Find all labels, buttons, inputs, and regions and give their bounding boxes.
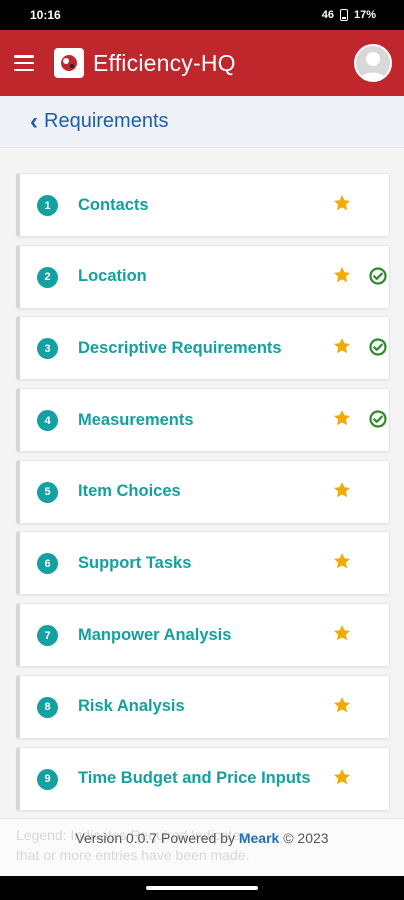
step-number-badge: 8 xyxy=(37,696,58,718)
battery-level: 17% xyxy=(353,9,376,21)
legend-entries: that or more entries have been made. xyxy=(16,847,250,863)
version-label: Version 0.0.7 Powered by xyxy=(75,830,235,846)
page-title: Requirements xyxy=(44,110,169,132)
requirement-row[interactable]: 6 Support Tasks xyxy=(16,531,390,596)
status-indicators: 46 17% xyxy=(322,9,376,21)
user-avatar[interactable] xyxy=(354,44,392,82)
requirement-row[interactable]: 5 Item Choices xyxy=(16,459,390,524)
step-number-badge: 6 xyxy=(37,553,58,575)
requirement-row[interactable]: 1 Contacts xyxy=(16,173,390,237)
requirement-row[interactable]: 2 Location xyxy=(16,244,390,309)
requirement-label: Contacts xyxy=(78,195,149,214)
requirement-row[interactable]: 3 Descriptive Requirements xyxy=(16,316,390,381)
star-icon xyxy=(332,551,352,571)
home-gesture-bar[interactable] xyxy=(146,886,258,890)
app-title: Efficiency-HQ xyxy=(93,49,236,76)
check-circle-icon xyxy=(369,267,387,285)
step-number-badge: 1 xyxy=(37,195,58,216)
requirement-label: Manpower Analysis xyxy=(78,625,232,644)
star-icon xyxy=(332,336,352,356)
star-icon xyxy=(332,265,352,285)
footer: Legend: Indicates Required Indicates tha… xyxy=(0,818,404,876)
requirement-label: Time Budget and Price Inputs xyxy=(78,769,311,787)
requirement-label: Descriptive Requirements xyxy=(78,338,282,357)
requirement-label: Location xyxy=(78,267,147,286)
step-number-badge: 2 xyxy=(37,266,58,288)
menu-icon[interactable] xyxy=(14,55,34,71)
chevron-left-icon: ‹ xyxy=(30,107,38,135)
step-number-badge: 7 xyxy=(37,625,58,647)
check-circle-icon xyxy=(369,338,387,356)
star-icon xyxy=(332,695,352,715)
page-header: ‹ Requirements xyxy=(0,96,404,148)
requirement-row[interactable]: 4 Measurements xyxy=(16,388,390,453)
requirement-row[interactable]: 8 Risk Analysis xyxy=(16,674,390,739)
step-number-badge: 4 xyxy=(37,410,58,432)
requirement-label: Item Choices xyxy=(78,482,181,501)
brand-link[interactable]: Meark xyxy=(239,830,279,846)
star-icon xyxy=(332,408,352,428)
version-text: Version 0.0.7 Powered by Meark © 2023 xyxy=(0,830,404,846)
app-logo xyxy=(54,48,84,78)
requirement-label: Measurements xyxy=(78,410,194,429)
step-number-badge: 3 xyxy=(37,338,58,360)
navigation-bar xyxy=(0,876,404,900)
star-icon xyxy=(332,480,352,500)
battery-icon xyxy=(339,9,348,21)
star-icon xyxy=(332,623,352,643)
requirement-row[interactable]: 9 Time Budget and Price Inputs xyxy=(16,746,390,811)
back-button[interactable]: ‹ Requirements xyxy=(30,107,169,135)
star-icon xyxy=(332,767,352,787)
clock: 10:16 xyxy=(30,8,61,22)
requirements-list: 1 Contacts 2 Location 3 Descriptive Requireme… xyxy=(16,173,390,818)
step-number-badge: 9 xyxy=(37,768,58,790)
status-bar: 10:16 46 17% xyxy=(0,0,404,30)
requirement-label: Support Tasks xyxy=(78,553,192,572)
requirement-label: Risk Analysis xyxy=(78,697,185,716)
person-icon xyxy=(360,52,386,80)
step-number-badge: 5 xyxy=(37,481,58,503)
star-icon xyxy=(332,193,352,213)
app-bar: Efficiency-HQ xyxy=(0,30,404,96)
logo-icon xyxy=(61,55,77,71)
copyright-text: © 2023 xyxy=(283,830,329,846)
requirement-row[interactable]: 7 Manpower Analysis xyxy=(16,603,390,668)
check-circle-icon xyxy=(369,410,387,428)
network-indicator: 46 xyxy=(321,9,334,21)
